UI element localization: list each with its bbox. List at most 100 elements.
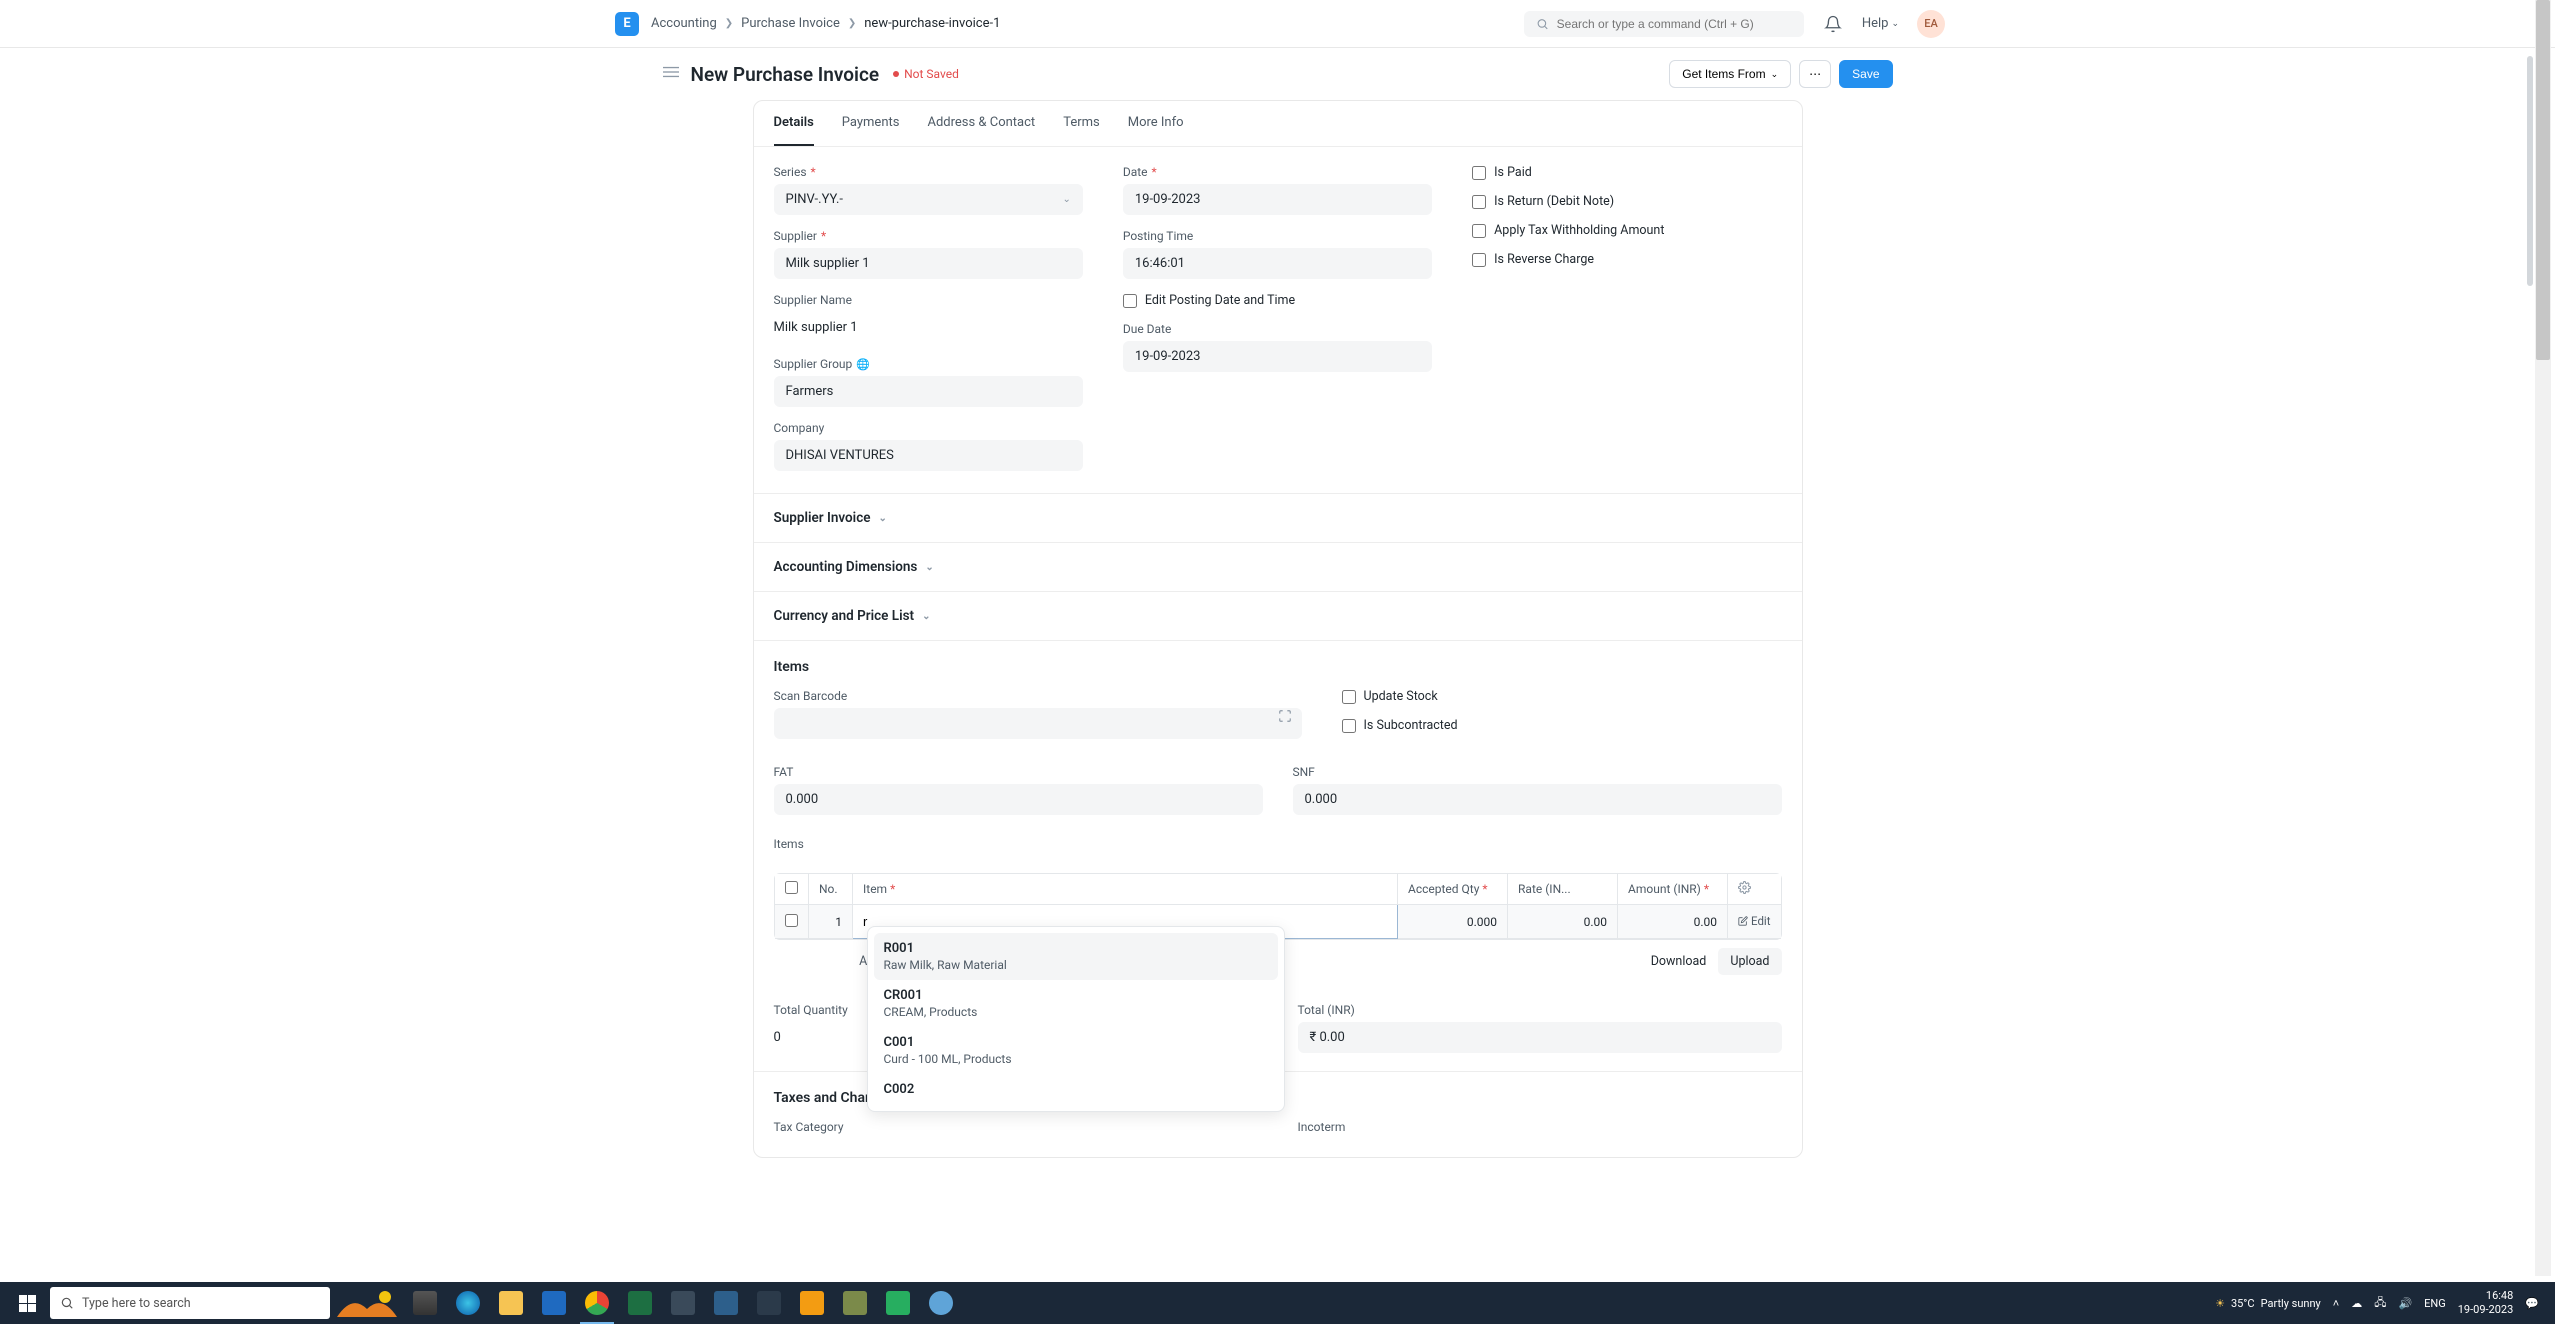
tab-more-info[interactable]: More Info	[1128, 101, 1184, 146]
scan-barcode-label: Scan Barcode	[774, 689, 1302, 703]
tray-chevron-icon[interactable]: ˄	[2333, 1297, 2339, 1310]
breadcrumb-current: new-purchase-invoice-1	[864, 16, 1000, 31]
excel-app-icon[interactable]	[619, 1282, 661, 1324]
download-button[interactable]: Download	[1639, 948, 1719, 975]
notifications-icon[interactable]	[1824, 15, 1842, 33]
breadcrumb-purchase-invoice[interactable]: Purchase Invoice	[741, 16, 840, 31]
series-select[interactable]: PINV-.YY.- ⌄	[774, 184, 1083, 215]
app-icon[interactable]	[748, 1282, 790, 1324]
volume-tray-icon[interactable]: 🔊	[2398, 1297, 2412, 1310]
app-icon[interactable]	[920, 1282, 962, 1324]
user-avatar[interactable]: EA	[1917, 10, 1945, 38]
date-input[interactable]: 19-09-2023	[1123, 184, 1432, 215]
more-actions-button[interactable]: ⋯	[1799, 60, 1831, 88]
supplier-input[interactable]: Milk supplier 1	[774, 248, 1083, 279]
supplier-label: Supplier*	[774, 229, 1083, 243]
network-tray-icon[interactable]: 🖧	[2374, 1294, 2386, 1313]
is-reverse-charge-checkbox[interactable]	[1472, 253, 1486, 267]
chevron-down-icon: ⌄	[925, 562, 933, 573]
notifications-tray-icon[interactable]: 💬	[2525, 1297, 2539, 1310]
app-icon[interactable]	[834, 1282, 876, 1324]
pencil-icon	[1738, 916, 1748, 926]
ellipsis-icon: ⋯	[1809, 67, 1821, 81]
taskbar-search[interactable]: Type here to search	[50, 1287, 330, 1319]
breadcrumb: Accounting ❯ Purchase Invoice ❯ new-purc…	[651, 16, 1000, 31]
snf-input[interactable]: 0.000	[1293, 784, 1782, 815]
taskbar-decoration	[332, 1287, 402, 1319]
expand-icon[interactable]	[1278, 709, 1292, 727]
supplier-invoice-section[interactable]: Supplier Invoice ⌄	[754, 494, 1802, 543]
app-icon[interactable]	[662, 1282, 704, 1324]
edit-posting-checkbox[interactable]	[1123, 294, 1137, 308]
page-scrollbar-thumb[interactable]	[2527, 56, 2533, 286]
app-logo[interactable]: E	[615, 12, 639, 36]
global-search[interactable]	[1524, 11, 1804, 37]
gear-icon	[1738, 881, 1751, 894]
app-icon[interactable]	[877, 1282, 919, 1324]
autocomplete-option[interactable]: C002	[874, 1074, 1278, 1105]
scan-barcode-input[interactable]	[774, 708, 1302, 739]
edge-app-icon[interactable]	[447, 1282, 489, 1324]
col-amount-header: Amount (INR) *	[1618, 874, 1728, 905]
row-checkbox[interactable]	[785, 914, 798, 927]
search-input[interactable]	[1557, 17, 1792, 31]
posting-time-input[interactable]: 16:46:01	[1123, 248, 1432, 279]
clock[interactable]: 16:48 19-09-2023	[2458, 1289, 2514, 1318]
apply-tax-withholding-checkbox[interactable]	[1472, 224, 1486, 238]
tab-details[interactable]: Details	[774, 101, 814, 146]
weather-widget[interactable]: ☀ 35°C Partly sunny	[2215, 1297, 2321, 1310]
supplier-group-input[interactable]: Farmers	[774, 376, 1083, 407]
windows-logo-icon	[19, 1295, 36, 1312]
window-scrollbar[interactable]	[2535, 0, 2551, 1276]
date-label: Date*	[1123, 165, 1432, 179]
start-button[interactable]	[6, 1282, 48, 1324]
col-item-header: Item *	[853, 874, 1398, 905]
search-icon	[1536, 17, 1549, 31]
update-stock-checkbox[interactable]	[1342, 690, 1356, 704]
tab-terms[interactable]: Terms	[1063, 101, 1100, 146]
is-subcontracted-checkbox[interactable]	[1342, 719, 1356, 733]
items-heading: Items	[774, 659, 1782, 675]
chevron-right-icon: ❯	[848, 18, 856, 29]
due-date-input[interactable]: 19-09-2023	[1123, 341, 1432, 372]
row-amount[interactable]: 0.00	[1618, 905, 1728, 939]
outlook-app-icon[interactable]	[533, 1282, 575, 1324]
row-no: 1	[809, 905, 853, 939]
is-return-checkbox[interactable]	[1472, 195, 1486, 209]
row-qty[interactable]: 0.000	[1398, 905, 1508, 939]
company-label: Company	[774, 421, 1083, 435]
tab-payments[interactable]: Payments	[842, 101, 900, 146]
app-icon[interactable]	[705, 1282, 747, 1324]
is-paid-checkbox[interactable]	[1472, 166, 1486, 180]
chrome-app-icon[interactable]	[576, 1282, 618, 1324]
get-items-from-button[interactable]: Get Items From ⌄	[1669, 60, 1791, 88]
scrollbar-thumb[interactable]	[2536, 0, 2550, 360]
col-settings-header[interactable]	[1728, 874, 1781, 905]
autocomplete-option[interactable]: C001 Curd - 100 ML, Products	[874, 1027, 1278, 1074]
row-rate[interactable]: 0.00	[1508, 905, 1618, 939]
language-indicator[interactable]: ENG	[2424, 1297, 2446, 1310]
currency-price-list-section[interactable]: Currency and Price List ⌄	[754, 592, 1802, 641]
fat-input[interactable]: 0.000	[774, 784, 1263, 815]
upload-button[interactable]: Upload	[1718, 948, 1781, 975]
col-no-header: No.	[809, 874, 853, 905]
help-link[interactable]: Help ⌄	[1862, 16, 1899, 31]
globe-icon: 🌐	[856, 358, 870, 371]
breadcrumb-accounting[interactable]: Accounting	[651, 16, 717, 31]
task-view-button[interactable]	[404, 1282, 446, 1324]
supplier-name-label: Supplier Name	[774, 293, 1083, 307]
tab-address-contact[interactable]: Address & Contact	[927, 101, 1035, 146]
save-button[interactable]: Save	[1839, 60, 1892, 88]
company-input[interactable]: DHISAI VENTURES	[774, 440, 1083, 471]
select-all-checkbox[interactable]	[785, 881, 798, 894]
autocomplete-option[interactable]: R001 Raw Milk, Raw Material	[874, 933, 1278, 980]
onedrive-tray-icon[interactable]: ☁	[2351, 1297, 2362, 1310]
file-explorer-icon[interactable]	[490, 1282, 532, 1324]
edit-row-button[interactable]: Edit	[1738, 914, 1770, 928]
accounting-dimensions-section[interactable]: Accounting Dimensions ⌄	[754, 543, 1802, 592]
status-not-saved: Not Saved	[893, 67, 959, 81]
app-icon[interactable]	[791, 1282, 833, 1324]
supplier-name-value: Milk supplier 1	[774, 312, 1083, 343]
menu-icon[interactable]	[663, 65, 679, 83]
autocomplete-option[interactable]: CR001 CREAM, Products	[874, 980, 1278, 1027]
